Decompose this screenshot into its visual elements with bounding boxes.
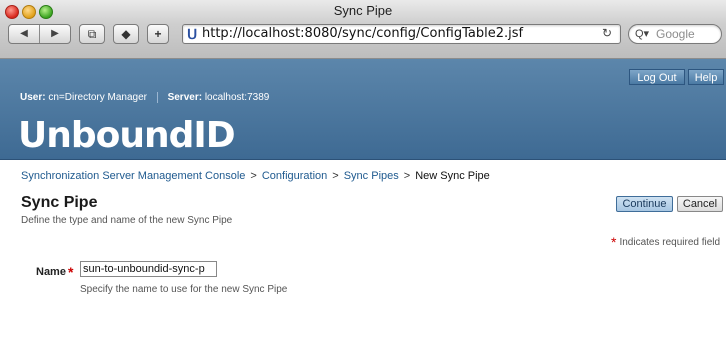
search-placeholder: Google <box>656 27 695 41</box>
user-value: cn=Directory Manager <box>48 92 148 104</box>
search-icon[interactable]: Q▾ <box>635 27 649 40</box>
breadcrumb-configuration[interactable]: Configuration <box>262 170 327 182</box>
breadcrumb-separator: > <box>332 170 339 182</box>
breadcrumb-sync-pipes[interactable]: Sync Pipes <box>344 170 399 182</box>
window-titlebar: Sync Pipe ◀ ▶ ⧉ ◆ + ᑌ http://localhost:8… <box>0 0 726 59</box>
elephant-icon: ◆ <box>121 27 131 41</box>
breadcrumb-console[interactable]: Synchronization Server Management Consol… <box>21 170 245 182</box>
back-button[interactable]: ◀ <box>9 25 40 43</box>
snapback-button[interactable]: ⧉ <box>79 24 105 44</box>
help-button[interactable]: Help <box>688 69 724 85</box>
plus-icon: + <box>154 27 162 41</box>
evernote-button[interactable]: ◆ <box>113 24 139 44</box>
name-field-label: Name * <box>36 264 76 280</box>
reload-icon[interactable]: ↻ <box>602 26 612 40</box>
cancel-button[interactable]: Cancel <box>677 196 723 212</box>
breadcrumb-current: New Sync Pipe <box>415 170 490 182</box>
header-divider <box>0 159 726 160</box>
name-label-text: Name <box>36 266 66 278</box>
continue-button[interactable]: Continue <box>616 196 673 212</box>
breadcrumb-separator: > <box>403 170 411 182</box>
name-input[interactable] <box>80 261 217 277</box>
snapback-icon: ⧉ <box>87 27 97 41</box>
page-description: Define the type and name of the new Sync… <box>21 215 233 226</box>
site-favicon-icon: ᑌ <box>187 26 198 42</box>
unboundid-logo: UnboundID <box>18 115 236 156</box>
breadcrumb-separator: > <box>250 170 257 182</box>
name-field-help: Specify the name to use for the new Sync… <box>80 284 288 295</box>
required-marker: * <box>611 234 617 250</box>
breadcrumb: Synchronization Server Management Consol… <box>21 170 490 182</box>
add-bookmark-button[interactable]: + <box>147 24 169 44</box>
back-forward-group: ◀ ▶ <box>8 24 71 44</box>
url-text: http://localhost:8080/sync/config/Config… <box>202 26 524 41</box>
address-bar[interactable]: ᑌ http://localhost:8080/sync/config/Conf… <box>182 24 621 44</box>
search-field[interactable]: Q▾ Google <box>628 24 722 44</box>
session-info: User: cn=Directory Manager Server: local… <box>20 92 269 103</box>
forward-button[interactable]: ▶ <box>40 25 70 43</box>
required-note-text: Indicates required field <box>619 237 721 248</box>
server-value: localhost:7389 <box>204 92 270 104</box>
page-title: Sync Pipe <box>21 194 98 211</box>
divider <box>156 92 158 103</box>
window-title: Sync Pipe <box>333 3 393 18</box>
server-label: Server: <box>167 92 203 104</box>
logout-button[interactable]: Log Out <box>629 69 685 85</box>
required-field-note: * Indicates required field <box>611 234 720 250</box>
required-marker: * <box>67 264 74 280</box>
user-label: User: <box>20 92 46 104</box>
app-header: Log Out Help User: cn=Directory Manager … <box>0 59 726 159</box>
